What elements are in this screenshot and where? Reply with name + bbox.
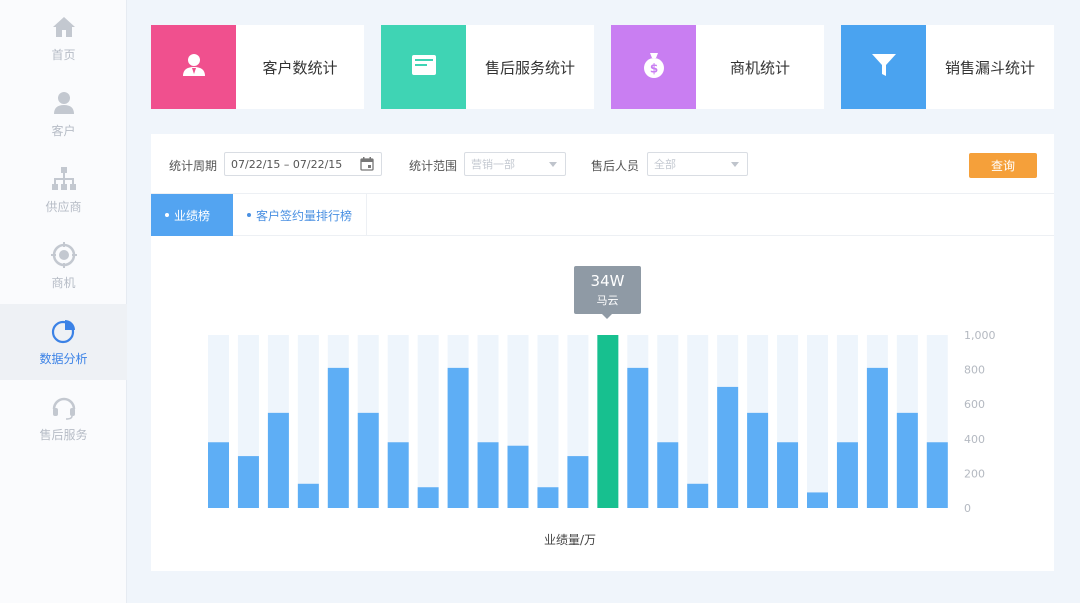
analysis-panel: 统计周期 07/22/15 – 07/22/15 统计范围 营销一部 售后人员 … <box>151 134 1054 571</box>
card-tile <box>841 25 926 109</box>
target-icon <box>50 241 77 268</box>
calendar-icon[interactable] <box>360 157 374 174</box>
card-label: 售后服务统计 <box>484 58 575 77</box>
sidebar-item-home[interactable]: 首页 <box>0 0 127 76</box>
person-select-value: 全部 <box>654 158 676 171</box>
period-label: 统计周期 <box>169 159 218 173</box>
sidebar-item-opportunity[interactable]: 商机 <box>0 228 127 304</box>
card-opportunity-stats[interactable]: $ 商机统计 <box>611 25 824 109</box>
filter-bar: 统计周期 07/22/15 – 07/22/15 统计范围 营销一部 售后人员 … <box>151 134 1054 194</box>
headset-icon <box>51 394 77 420</box>
bullet-icon <box>165 213 169 217</box>
tab-label: 业绩榜 <box>174 208 211 223</box>
card-tile <box>151 25 236 109</box>
tab-performance[interactable]: 业绩榜 <box>151 194 233 236</box>
card-tile <box>381 25 466 109</box>
sidebar-item-customer[interactable]: 客户 <box>0 76 127 152</box>
card-after-sales-stats[interactable]: 售后服务统计 <box>381 25 594 109</box>
document-icon <box>411 54 437 80</box>
card-label: 商机统计 <box>729 58 790 77</box>
scope-select-value: 营销一部 <box>471 158 515 171</box>
card-customer-stats[interactable]: 客户数统计 <box>151 25 364 109</box>
bullet-icon <box>247 213 251 217</box>
card-sales-funnel-stats[interactable]: 销售漏斗统计 <box>841 25 1054 109</box>
sidebar: 首页 客户 供应商 商机 数据分析 售后服务 <box>0 0 127 603</box>
money-bag-icon: $ <box>641 51 667 83</box>
scope-label: 统计范围 <box>409 159 458 173</box>
ranking-tabs: 业绩榜 客户签约量排行榜 <box>151 194 1054 236</box>
date-range-value: 07/22/15 – 07/22/15 <box>231 157 343 171</box>
home-icon <box>51 14 77 40</box>
sidebar-item-label: 客户 <box>51 123 76 138</box>
sidebar-item-label: 商机 <box>51 275 76 290</box>
sidebar-item-label: 供应商 <box>45 199 82 214</box>
tab-label: 客户签约量排行榜 <box>256 208 353 223</box>
tooltip-value: 34W <box>590 272 625 290</box>
person-select[interactable]: 全部 <box>647 152 748 176</box>
pie-chart-icon <box>51 318 77 344</box>
org-tree-icon <box>51 166 77 192</box>
sidebar-item-label: 数据分析 <box>39 351 88 366</box>
card-label: 销售漏斗统计 <box>944 58 1035 77</box>
card-tile: $ <box>611 25 696 109</box>
sidebar-item-supplier[interactable]: 供应商 <box>0 152 127 228</box>
tooltip-name: 马云 <box>596 294 619 307</box>
customer-icon <box>181 52 207 82</box>
funnel-icon <box>871 52 897 82</box>
sidebar-item-label: 首页 <box>51 47 76 62</box>
card-label: 客户数统计 <box>262 58 338 77</box>
person-label: 售后人员 <box>591 159 640 173</box>
svg-text:$: $ <box>649 62 657 76</box>
chevron-down-icon <box>731 162 739 167</box>
bar-tooltip: 34W 马云 <box>574 266 641 319</box>
sidebar-item-label: 售后服务 <box>39 427 88 442</box>
date-range-input[interactable]: 07/22/15 – 07/22/15 <box>224 152 382 176</box>
sidebar-item-after-sales[interactable]: 售后服务 <box>0 380 127 456</box>
sidebar-item-data-analysis[interactable]: 数据分析 <box>0 304 127 380</box>
tooltip-arrow <box>602 314 612 319</box>
chevron-down-icon <box>549 162 557 167</box>
user-icon <box>51 90 77 116</box>
query-button[interactable]: 查询 <box>969 153 1037 178</box>
x-axis-label: 业绩量/万 <box>543 533 597 547</box>
scope-select[interactable]: 营销一部 <box>464 152 566 176</box>
tab-contract-ranking[interactable]: 客户签约量排行榜 <box>233 194 368 236</box>
